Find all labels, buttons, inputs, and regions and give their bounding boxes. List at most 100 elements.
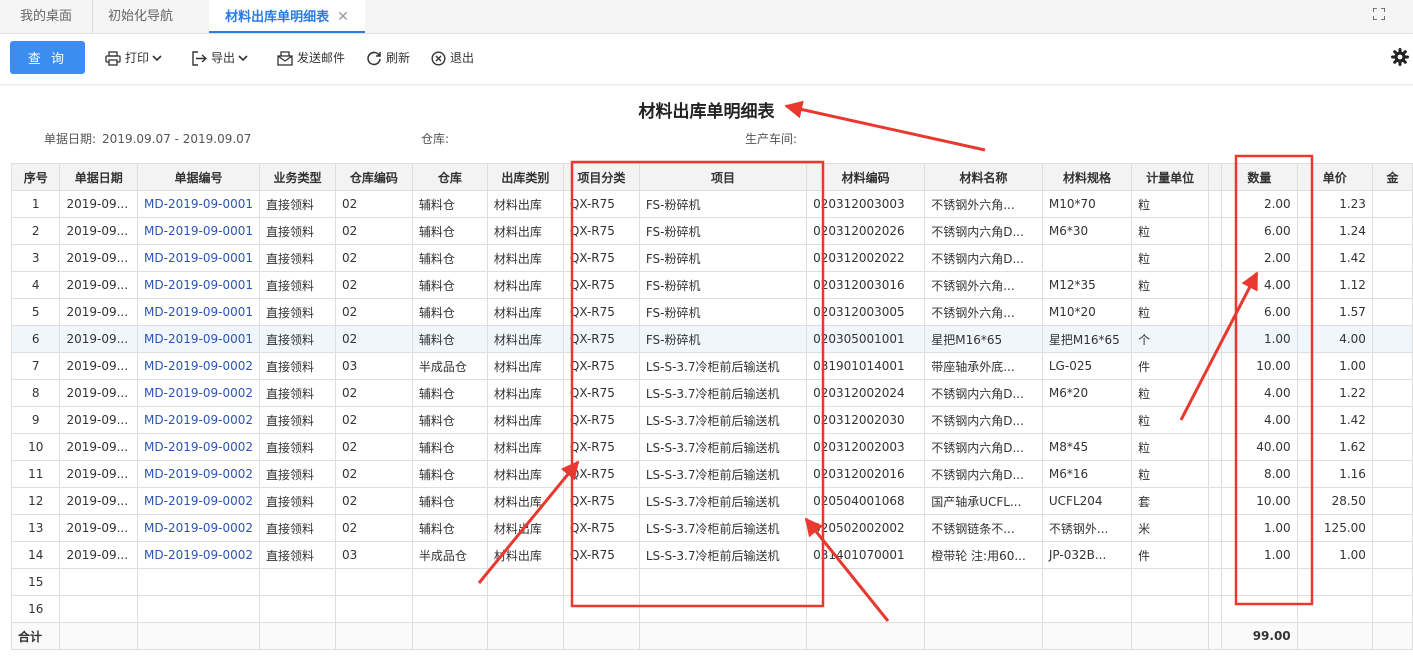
table-row[interactable]: 11 2019-09... MD-2019-09-0002 直接领料 02 辅料仓 材料出库… bbox=[10, 460, 1413, 488]
column-header[interactable]: 项目 bbox=[638, 163, 808, 191]
table-row[interactable]: 10 2019-09... MD-2019-09-0002 直接领料 02 辅料仓 材料出库… bbox=[10, 433, 1413, 461]
column-header[interactable]: 数量 bbox=[1221, 163, 1298, 191]
column-header[interactable]: 材料编码 bbox=[806, 163, 926, 191]
tab-my-desktop[interactable]: 我的桌面 bbox=[0, 0, 93, 33]
send-email-button[interactable]: 发送邮件 bbox=[277, 48, 345, 68]
table-cell: 2019-09... bbox=[59, 298, 139, 326]
column-header[interactable]: 仓库 bbox=[411, 163, 488, 191]
table-cell: 02 bbox=[334, 325, 413, 353]
column-header[interactable]: 材料规格 bbox=[1041, 163, 1133, 191]
table-cell bbox=[1371, 595, 1413, 623]
column-header[interactable]: 序号 bbox=[10, 163, 61, 191]
table-cell: 粒 bbox=[1131, 190, 1209, 218]
table-row[interactable]: 1 2019-09... MD-2019-09-0001 直接领料 02 辅料仓 材料出库 Q… bbox=[10, 190, 1413, 218]
fullscreen-icon[interactable] bbox=[1373, 8, 1385, 20]
column-header[interactable]: 单据日期 bbox=[59, 163, 139, 191]
filter-workshop: 生产车间: bbox=[745, 130, 797, 147]
table-cell bbox=[1371, 487, 1413, 515]
document-number-link[interactable]: MD-2019-09-0002 bbox=[137, 352, 260, 380]
table-cell bbox=[1208, 406, 1222, 434]
table-cell: 1.00 bbox=[1221, 514, 1298, 542]
tab-init-nav[interactable]: 初始化导航 bbox=[93, 0, 188, 33]
table-cell: 02 bbox=[334, 244, 413, 272]
table-cell: 辅料仓 bbox=[411, 271, 488, 299]
document-number-link[interactable] bbox=[137, 595, 260, 623]
table-cell: 粒 bbox=[1131, 244, 1209, 272]
exit-button[interactable]: 退出 bbox=[431, 48, 474, 68]
document-number-link[interactable]: MD-2019-09-0002 bbox=[137, 406, 260, 434]
date-label: 单据日期: bbox=[44, 132, 97, 146]
export-icon bbox=[192, 50, 207, 66]
table-cell bbox=[1131, 595, 1209, 623]
table-cell: M8*45 bbox=[1041, 433, 1133, 461]
table-row[interactable]: 3 2019-09... MD-2019-09-0001 直接领料 02 辅料仓 材料出库 Q… bbox=[10, 244, 1413, 272]
table-cell: QX-R75 bbox=[562, 433, 640, 461]
table-cell: QX-R75 bbox=[562, 271, 640, 299]
table-row[interactable]: 5 2019-09... MD-2019-09-0001 直接领料 02 辅料仓 材料出库 Q… bbox=[10, 298, 1413, 326]
document-number-link[interactable]: MD-2019-09-0002 bbox=[137, 379, 260, 407]
table-cell bbox=[924, 568, 1043, 596]
table-row[interactable]: 16 bbox=[10, 595, 1413, 623]
document-number-link[interactable]: MD-2019-09-0001 bbox=[137, 325, 260, 353]
table-cell: 材料出库 bbox=[486, 379, 564, 407]
table-cell: 直接领料 bbox=[258, 217, 336, 245]
column-header[interactable]: 出库类别 bbox=[486, 163, 564, 191]
table-cell: JP-032B... bbox=[1041, 541, 1133, 569]
table-row[interactable]: 8 2019-09... MD-2019-09-0002 直接领料 02 辅料仓 材料出库 Q… bbox=[10, 379, 1413, 407]
document-number-link[interactable]: MD-2019-09-0002 bbox=[137, 433, 260, 461]
table-row[interactable]: 6 2019-09... MD-2019-09-0001 直接领料 02 辅料仓 材料出库 Q… bbox=[10, 325, 1413, 353]
column-header[interactable]: 项目分类 bbox=[562, 163, 640, 191]
print-button[interactable]: 打印 bbox=[105, 48, 166, 68]
table-cell bbox=[411, 622, 488, 650]
column-header[interactable]: 材料名称 bbox=[924, 163, 1043, 191]
table-row[interactable]: 2 2019-09... MD-2019-09-0001 直接领料 02 辅料仓 材料出库 Q… bbox=[10, 217, 1413, 245]
export-button[interactable]: 导出 bbox=[192, 48, 252, 68]
table-cell bbox=[1208, 271, 1222, 299]
document-number-link[interactable]: MD-2019-09-0001 bbox=[137, 298, 260, 326]
document-number-link[interactable] bbox=[137, 568, 260, 596]
table-cell bbox=[1131, 622, 1209, 650]
gear-icon[interactable] bbox=[1391, 48, 1409, 66]
table-row[interactable]: 4 2019-09... MD-2019-09-0001 直接领料 02 辅料仓 材料出库 Q… bbox=[10, 271, 1413, 299]
query-button[interactable]: 查 询 bbox=[10, 41, 85, 74]
document-number-link[interactable]: MD-2019-09-0002 bbox=[137, 514, 260, 542]
refresh-button[interactable]: 刷新 bbox=[366, 48, 410, 68]
document-number-link[interactable]: MD-2019-09-0002 bbox=[137, 487, 260, 515]
table-cell bbox=[334, 568, 413, 596]
table-cell: 材料出库 bbox=[486, 487, 564, 515]
document-number-link[interactable]: MD-2019-09-0002 bbox=[137, 460, 260, 488]
document-number-link[interactable]: MD-2019-09-0001 bbox=[137, 190, 260, 218]
table-cell: 1.57 bbox=[1296, 298, 1373, 326]
table-row[interactable]: 12 2019-09... MD-2019-09-0002 直接领料 02 辅料仓 材料出库… bbox=[10, 487, 1413, 515]
table-row[interactable]: 14 2019-09... MD-2019-09-0002 直接领料 03 半成品仓 材料出… bbox=[10, 541, 1413, 569]
document-number-link[interactable]: MD-2019-09-0002 bbox=[137, 541, 260, 569]
column-header[interactable]: 金 bbox=[1371, 163, 1413, 191]
table-cell bbox=[1371, 433, 1413, 461]
column-header[interactable] bbox=[1208, 163, 1222, 191]
table-row[interactable]: 13 2019-09... MD-2019-09-0002 直接领料 02 辅料仓 材料出库… bbox=[10, 514, 1413, 542]
table-row[interactable]: 15 bbox=[10, 568, 1413, 596]
document-number-link[interactable]: MD-2019-09-0001 bbox=[137, 244, 260, 272]
column-header[interactable]: 业务类型 bbox=[258, 163, 336, 191]
table-cell: QX-R75 bbox=[562, 244, 640, 272]
document-number-link[interactable]: MD-2019-09-0001 bbox=[137, 271, 260, 299]
close-icon[interactable]: ✕ bbox=[337, 9, 349, 25]
document-number-link[interactable]: MD-2019-09-0001 bbox=[137, 217, 260, 245]
column-header[interactable]: 计量单位 bbox=[1131, 163, 1209, 191]
tab-material-outbound-report[interactable]: 材料出库单明细表 ✕ bbox=[209, 0, 365, 33]
table-cell: 020305001001 bbox=[806, 325, 926, 353]
table-cell: 粒 bbox=[1131, 406, 1209, 434]
column-header[interactable]: 仓库编码 bbox=[334, 163, 413, 191]
table-cell bbox=[486, 622, 564, 650]
table-cell: 橙带轮 注:用60... bbox=[924, 541, 1043, 569]
table-cell: 02 bbox=[334, 379, 413, 407]
table-cell bbox=[334, 622, 413, 650]
table-cell bbox=[1208, 487, 1222, 515]
column-header[interactable]: 单价 bbox=[1296, 163, 1373, 191]
table-cell: 直接领料 bbox=[258, 298, 336, 326]
table-cell: 4.00 bbox=[1296, 325, 1373, 353]
table-row[interactable]: 7 2019-09... MD-2019-09-0002 直接领料 03 半成品仓 材料出库… bbox=[10, 352, 1413, 380]
column-header[interactable]: 单据编号 bbox=[137, 163, 260, 191]
table-row[interactable]: 9 2019-09... MD-2019-09-0002 直接领料 02 辅料仓 材料出库 Q… bbox=[10, 406, 1413, 434]
table-cell: 辅料仓 bbox=[411, 190, 488, 218]
